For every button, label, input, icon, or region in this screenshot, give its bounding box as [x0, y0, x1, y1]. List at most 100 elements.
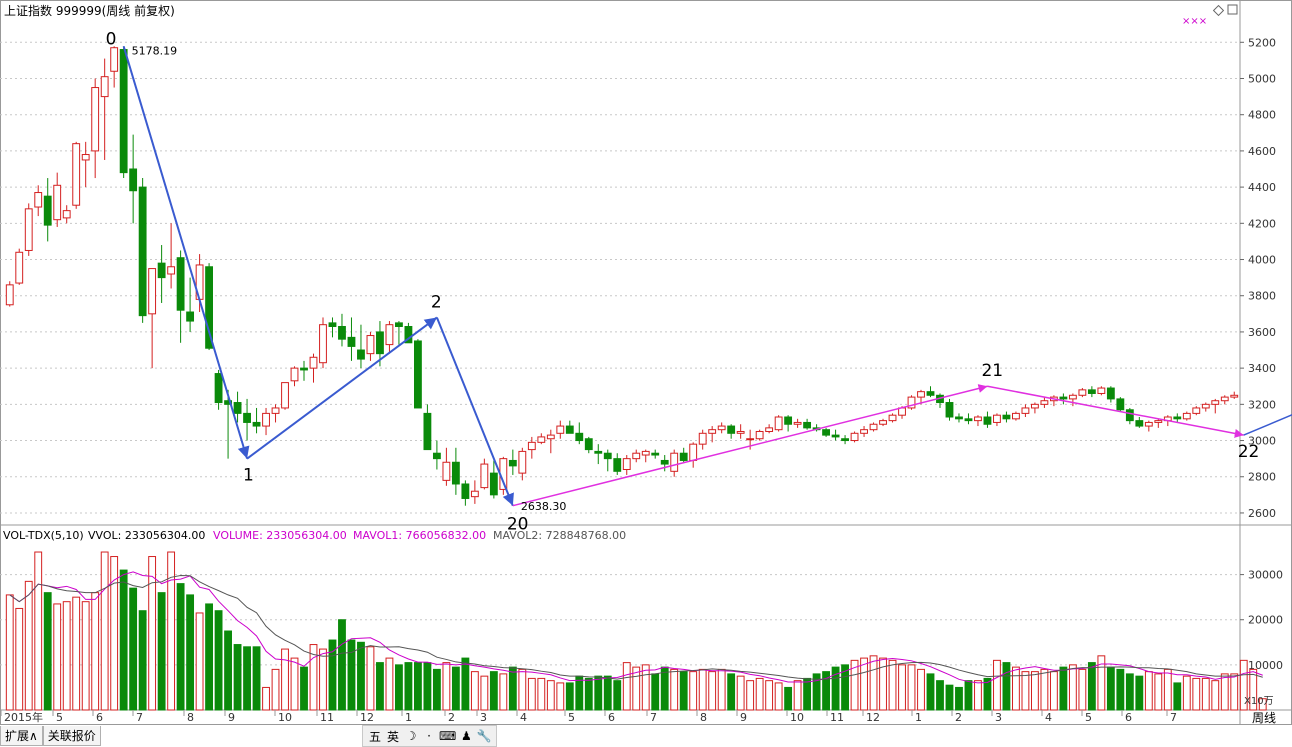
volume-bar-99 [945, 684, 954, 711]
candle-body-112 [1068, 394, 1077, 400]
xaxis-label-4: 8 [187, 711, 194, 724]
candle-body-67 [641, 450, 650, 456]
candle-body-126 [1201, 403, 1210, 409]
candle-body-54 [518, 450, 527, 474]
candle-body-24 [233, 402, 242, 414]
volume-bar-25 [243, 646, 251, 711]
candle-body-18 [176, 257, 185, 311]
xaxis-label-19: 11 [830, 711, 844, 724]
candle-body-37 [357, 349, 365, 360]
candle-body-6 [62, 210, 71, 219]
price-tick-label-5: 4200 [1248, 217, 1276, 230]
volume-bar-35 [338, 619, 346, 711]
candle-body-91 [869, 423, 878, 431]
ime-settings-icon[interactable]: 🔧 [476, 729, 492, 743]
candle-body-59 [565, 425, 574, 434]
candle-body-81 [774, 416, 783, 431]
candle-body-105 [1002, 414, 1011, 420]
candle-body-73 [698, 432, 707, 445]
volume-bar-3 [34, 551, 43, 711]
volume-tick-label-1: 20000 [1248, 614, 1283, 627]
volume-bar-68 [651, 673, 660, 711]
outer-frame [0, 0, 1292, 725]
candle-body-19 [186, 311, 195, 322]
volume-bar-73 [698, 668, 707, 711]
volume-bar-124 [1182, 675, 1191, 711]
xaxis-label-21: 1 [915, 711, 922, 724]
volume-bar-81 [774, 682, 783, 711]
volume-bar-24 [233, 644, 242, 711]
volume-bar-16 [157, 592, 166, 711]
vvol-readout: VVOL: 233056304.00 [88, 529, 205, 542]
candle-body-31 [300, 367, 308, 371]
ime-moon-icon[interactable]: ☽ [403, 729, 419, 743]
candle-body-10 [100, 76, 109, 98]
candle-body-32 [309, 356, 318, 369]
volume-bar-116 [1106, 666, 1115, 711]
candle-body-115 [1097, 387, 1106, 394]
volume-bar-62 [594, 675, 603, 711]
volume-bar-54 [518, 668, 527, 711]
volume-bar-94 [898, 664, 906, 711]
xaxis-label-17: 9 [740, 711, 747, 724]
volume-bar-108 [1030, 671, 1039, 711]
tab-extend[interactable]: 扩展∧ [0, 726, 43, 746]
volume-bar-5 [53, 603, 62, 711]
candle-body-108 [1030, 403, 1039, 409]
candle-body-29 [281, 382, 289, 409]
ime-english-icon[interactable]: 英 [385, 728, 401, 745]
ime-dot-icon[interactable]: · [421, 729, 437, 743]
volume-bar-97 [926, 673, 935, 711]
candle-body-78 [746, 438, 755, 441]
xaxis-label-0: 2015年 [4, 710, 43, 724]
volume-bar-13 [129, 587, 138, 711]
price-tick-label-10: 3200 [1248, 398, 1276, 411]
candle-body-101 [964, 418, 973, 422]
volume-bar-60 [575, 675, 584, 711]
volume-tick-label-0: 30000 [1248, 569, 1283, 582]
volume-bar-127 [1211, 680, 1220, 711]
volume-bar-36 [347, 639, 356, 711]
volume-bar-23 [224, 630, 232, 711]
tab-related-quotes[interactable]: 关联报价 [42, 726, 101, 746]
volume-bar-110 [1049, 671, 1058, 711]
candle-body-117 [1116, 398, 1125, 411]
volume-bar-43 [413, 662, 422, 711]
volume-bar-67 [641, 664, 650, 711]
candle-body-109 [1040, 400, 1049, 405]
volume-bar-57 [546, 680, 555, 711]
candle-body-68 [651, 452, 660, 456]
candle-body-76 [727, 425, 736, 434]
candle-body-92 [879, 420, 887, 425]
candle-body-63 [603, 452, 612, 460]
candle-body-74 [708, 429, 717, 434]
volume-bar-7 [72, 596, 81, 711]
ime-wubi-icon[interactable]: 五 [367, 728, 383, 745]
volume-bar-121 [1154, 673, 1163, 711]
candle-body-86 [822, 429, 831, 436]
volume-bar-26 [252, 646, 261, 711]
ime-keyboard-icon[interactable]: ⌨ [439, 729, 456, 743]
volume-bar-101 [964, 680, 973, 711]
volume-bar-12 [119, 569, 128, 711]
candle-body-123 [1173, 416, 1182, 420]
candle-body-49 [470, 490, 479, 498]
volume-bar-20 [195, 612, 204, 711]
xaxis-label-1: 5 [56, 711, 63, 724]
chart-canvas: 5200 5000 4800 4600 4400 4200 4000 3800 3600 3400… [0, 0, 1292, 725]
volume-bar-22 [214, 610, 223, 711]
volume-bar-77 [736, 675, 745, 711]
candle-body-118 [1125, 409, 1134, 422]
candle-body-116 [1106, 387, 1115, 400]
volume-title: VOL-TDX(5,10) [3, 529, 84, 542]
candle-body-88 [841, 438, 849, 442]
candle-body-3 [34, 192, 43, 208]
candle-body-90 [860, 429, 868, 434]
volume-bar-96 [917, 668, 925, 711]
candle-body-79 [755, 430, 764, 440]
volume-bar-34 [328, 639, 337, 711]
candle-body-15 [148, 268, 157, 315]
volume-bar-38 [366, 646, 375, 711]
volume-bar-46 [442, 662, 451, 711]
ime-user-icon[interactable]: ♟ [458, 729, 474, 743]
